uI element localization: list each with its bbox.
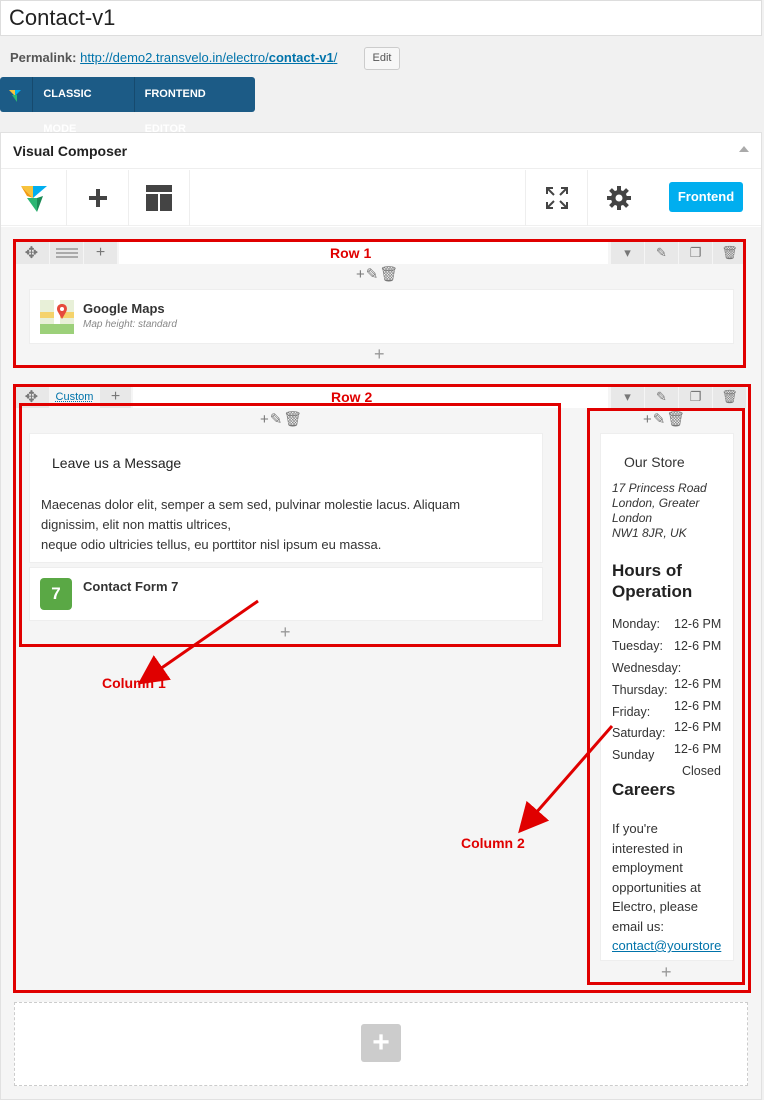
column-2-arrow — [518, 725, 614, 834]
annotation-arrows — [137, 599, 614, 834]
column-1-arrow — [137, 599, 259, 685]
